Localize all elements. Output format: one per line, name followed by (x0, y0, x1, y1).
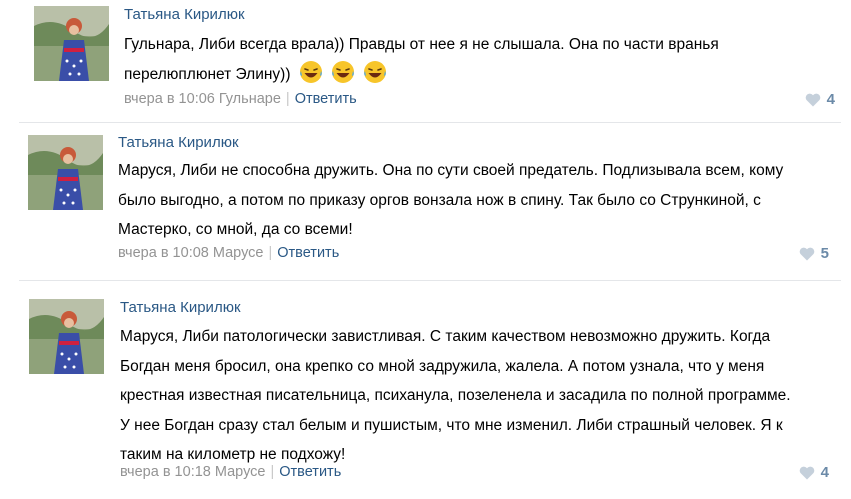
comment-text-line: было выгодно, а потом по приказу оргов в… (118, 191, 761, 209)
comment-text-line: Маруся, Либи не способна дружить. Она по… (118, 162, 784, 179)
avatar-photo (29, 299, 104, 374)
comment-text-line: перелюплюнет Элину)) (124, 60, 719, 90)
comment-text: Маруся, Либи патологически завистливая. … (120, 322, 791, 470)
comment-author[interactable]: Татьяна Кирилюк (118, 134, 239, 151)
comment-text: Маруся, Либи не способна дружить. Она по… (118, 156, 783, 245)
comment-time[interactable]: вчера в 10:06 Гульнаре (124, 91, 281, 107)
reply-button[interactable]: Ответить (295, 91, 357, 107)
divider (19, 122, 841, 123)
like-button[interactable]: 5 (799, 245, 829, 262)
laughing-with-tears-icon (331, 60, 354, 83)
meta-separator: | (285, 91, 290, 107)
heart-icon (799, 247, 814, 260)
like-count: 4 (826, 91, 835, 108)
like-count: 4 (820, 464, 829, 481)
comment-meta: вчера в 10:08 Марусе | Ответить (118, 245, 339, 261)
comment-text-line: Мастерко, со мной, да со всеми! (118, 221, 353, 238)
meta-separator: | (268, 245, 273, 261)
reply-button[interactable]: Ответить (279, 464, 341, 480)
comment-time[interactable]: вчера в 10:08 Марусе (118, 245, 263, 261)
comment-text: Гульнара, Либи всегда врала)) Правды от … (124, 30, 719, 89)
avatar[interactable] (28, 135, 103, 210)
comment-text-line: крестная известная писательница, психану… (120, 387, 791, 404)
laughing-with-tears-icon (363, 60, 386, 83)
comment-text-line: Богдан меня бросил, она крепко со мной з… (120, 357, 765, 375)
heart-icon (799, 466, 814, 479)
meta-separator: | (270, 464, 275, 480)
comment-author[interactable]: Татьяна Кирилюк (120, 299, 241, 316)
like-count: 5 (820, 245, 829, 262)
comment-text-line: Маруся, Либи патологически завистливая. … (120, 328, 771, 345)
avatar-photo (28, 135, 103, 210)
divider (19, 280, 841, 281)
like-button[interactable]: 4 (805, 91, 835, 108)
laughing-with-tears-icon (299, 60, 322, 83)
heart-icon (805, 93, 820, 106)
comment-text-line: Гульнара, Либи всегда врала)) Правды от … (124, 36, 719, 53)
comment-text-line: У нее Богдан сразу стал белым и пушистым… (120, 416, 783, 434)
like-button[interactable]: 4 (799, 464, 829, 481)
avatar[interactable] (29, 299, 104, 374)
comment-meta: вчера в 10:18 Марусе | Ответить (120, 464, 341, 480)
avatar[interactable] (34, 6, 109, 81)
reply-button[interactable]: Ответить (277, 245, 339, 261)
comment-meta: вчера в 10:06 Гульнаре | Ответить (124, 91, 357, 107)
comment-author[interactable]: Татьяна Кирилюк (124, 6, 245, 23)
comment-time[interactable]: вчера в 10:18 Марусе (120, 464, 265, 480)
avatar-photo (34, 6, 109, 81)
comment-1: Татьяна Кирилюк Гульнара, Либи всегда вр… (0, 0, 851, 120)
